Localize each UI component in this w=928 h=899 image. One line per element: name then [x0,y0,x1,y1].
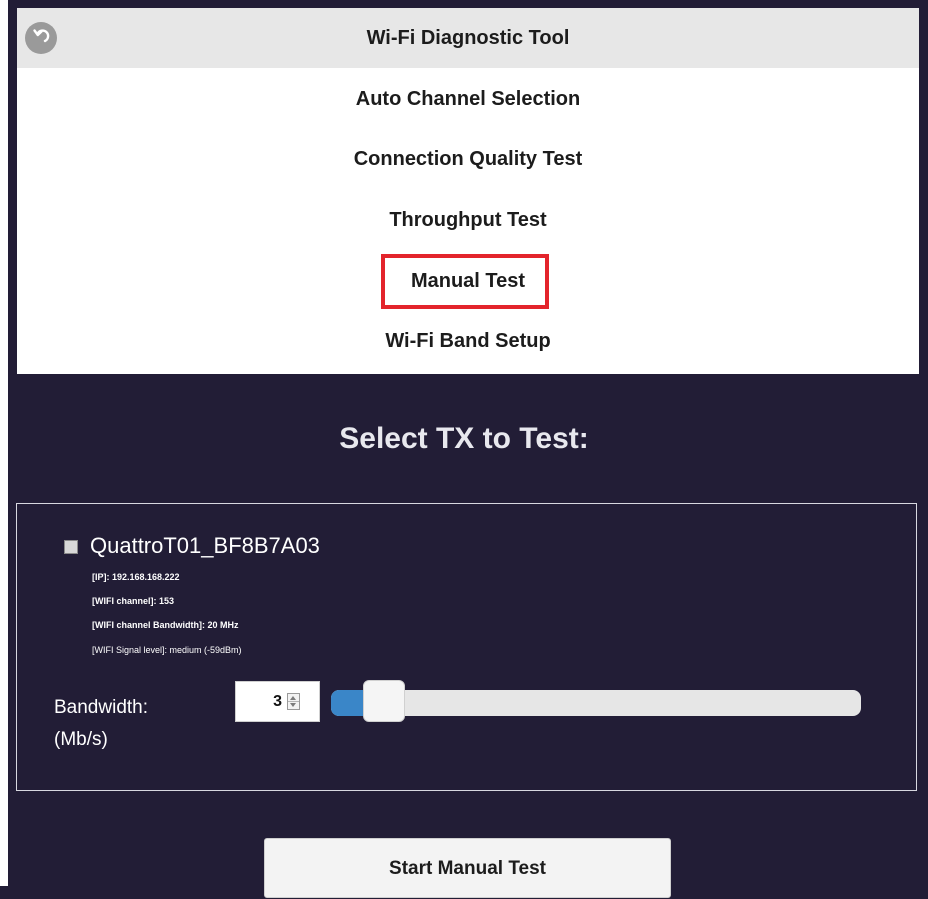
tx-wifi-signal-level: [WIFI Signal level]: medium (-59dBm) [92,645,242,655]
menu-item-label: Wi-Fi Band Setup [385,330,551,352]
tx-wifi-channel: [WIFI channel]: 153 [92,596,175,606]
bandwidth-number-input[interactable]: 3 [235,681,320,722]
tx-checkbox[interactable] [64,540,78,554]
page-title: Wi-Fi Diagnostic Tool [366,27,570,49]
bandwidth-label: Bandwidth: (Mb/s) [54,692,148,756]
start-manual-test-button[interactable]: Start Manual Test [264,838,671,898]
bandwidth-value: 3 [273,693,282,710]
menu-item-connection-quality-test[interactable]: Connection Quality Test [17,148,919,171]
menu-item-label: Auto Channel Selection [355,88,581,110]
menu-item-throughput-test[interactable]: Throughput Test [17,209,919,232]
selection-highlight-box [381,254,549,309]
bandwidth-slider-track[interactable] [331,690,861,716]
bandwidth-slider-thumb[interactable] [363,680,405,722]
app-header: Wi-Fi Diagnostic Tool [17,8,919,68]
menu-item-label: Throughput Test [389,209,547,231]
menu-item-auto-channel-selection[interactable]: Auto Channel Selection [17,88,919,111]
test-menu: Auto Channel Selection Connection Qualit… [17,68,919,374]
tx-ip: [IP]: 192.168.168.222 [92,572,180,582]
bandwidth-spinner[interactable] [287,693,300,710]
menu-item-wifi-band-setup[interactable]: Wi-Fi Band Setup [17,330,919,353]
tx-panel: QuattroT01_BF8B7A03 [IP]: 192.168.168.22… [16,503,917,791]
bandwidth-label-line1: Bandwidth: [54,697,149,718]
spinner-up-icon[interactable] [290,696,296,700]
spinner-down-icon[interactable] [290,703,296,707]
tx-wifi-channel-bandwidth: [WIFI channel Bandwidth]: 20 MHz [92,620,239,630]
menu-item-label: Connection Quality Test [353,148,583,170]
tx-name: QuattroT01_BF8B7A03 [90,533,320,558]
section-title: Select TX to Test: [339,422,589,455]
bandwidth-label-unit: (Mb/s) [54,729,108,750]
